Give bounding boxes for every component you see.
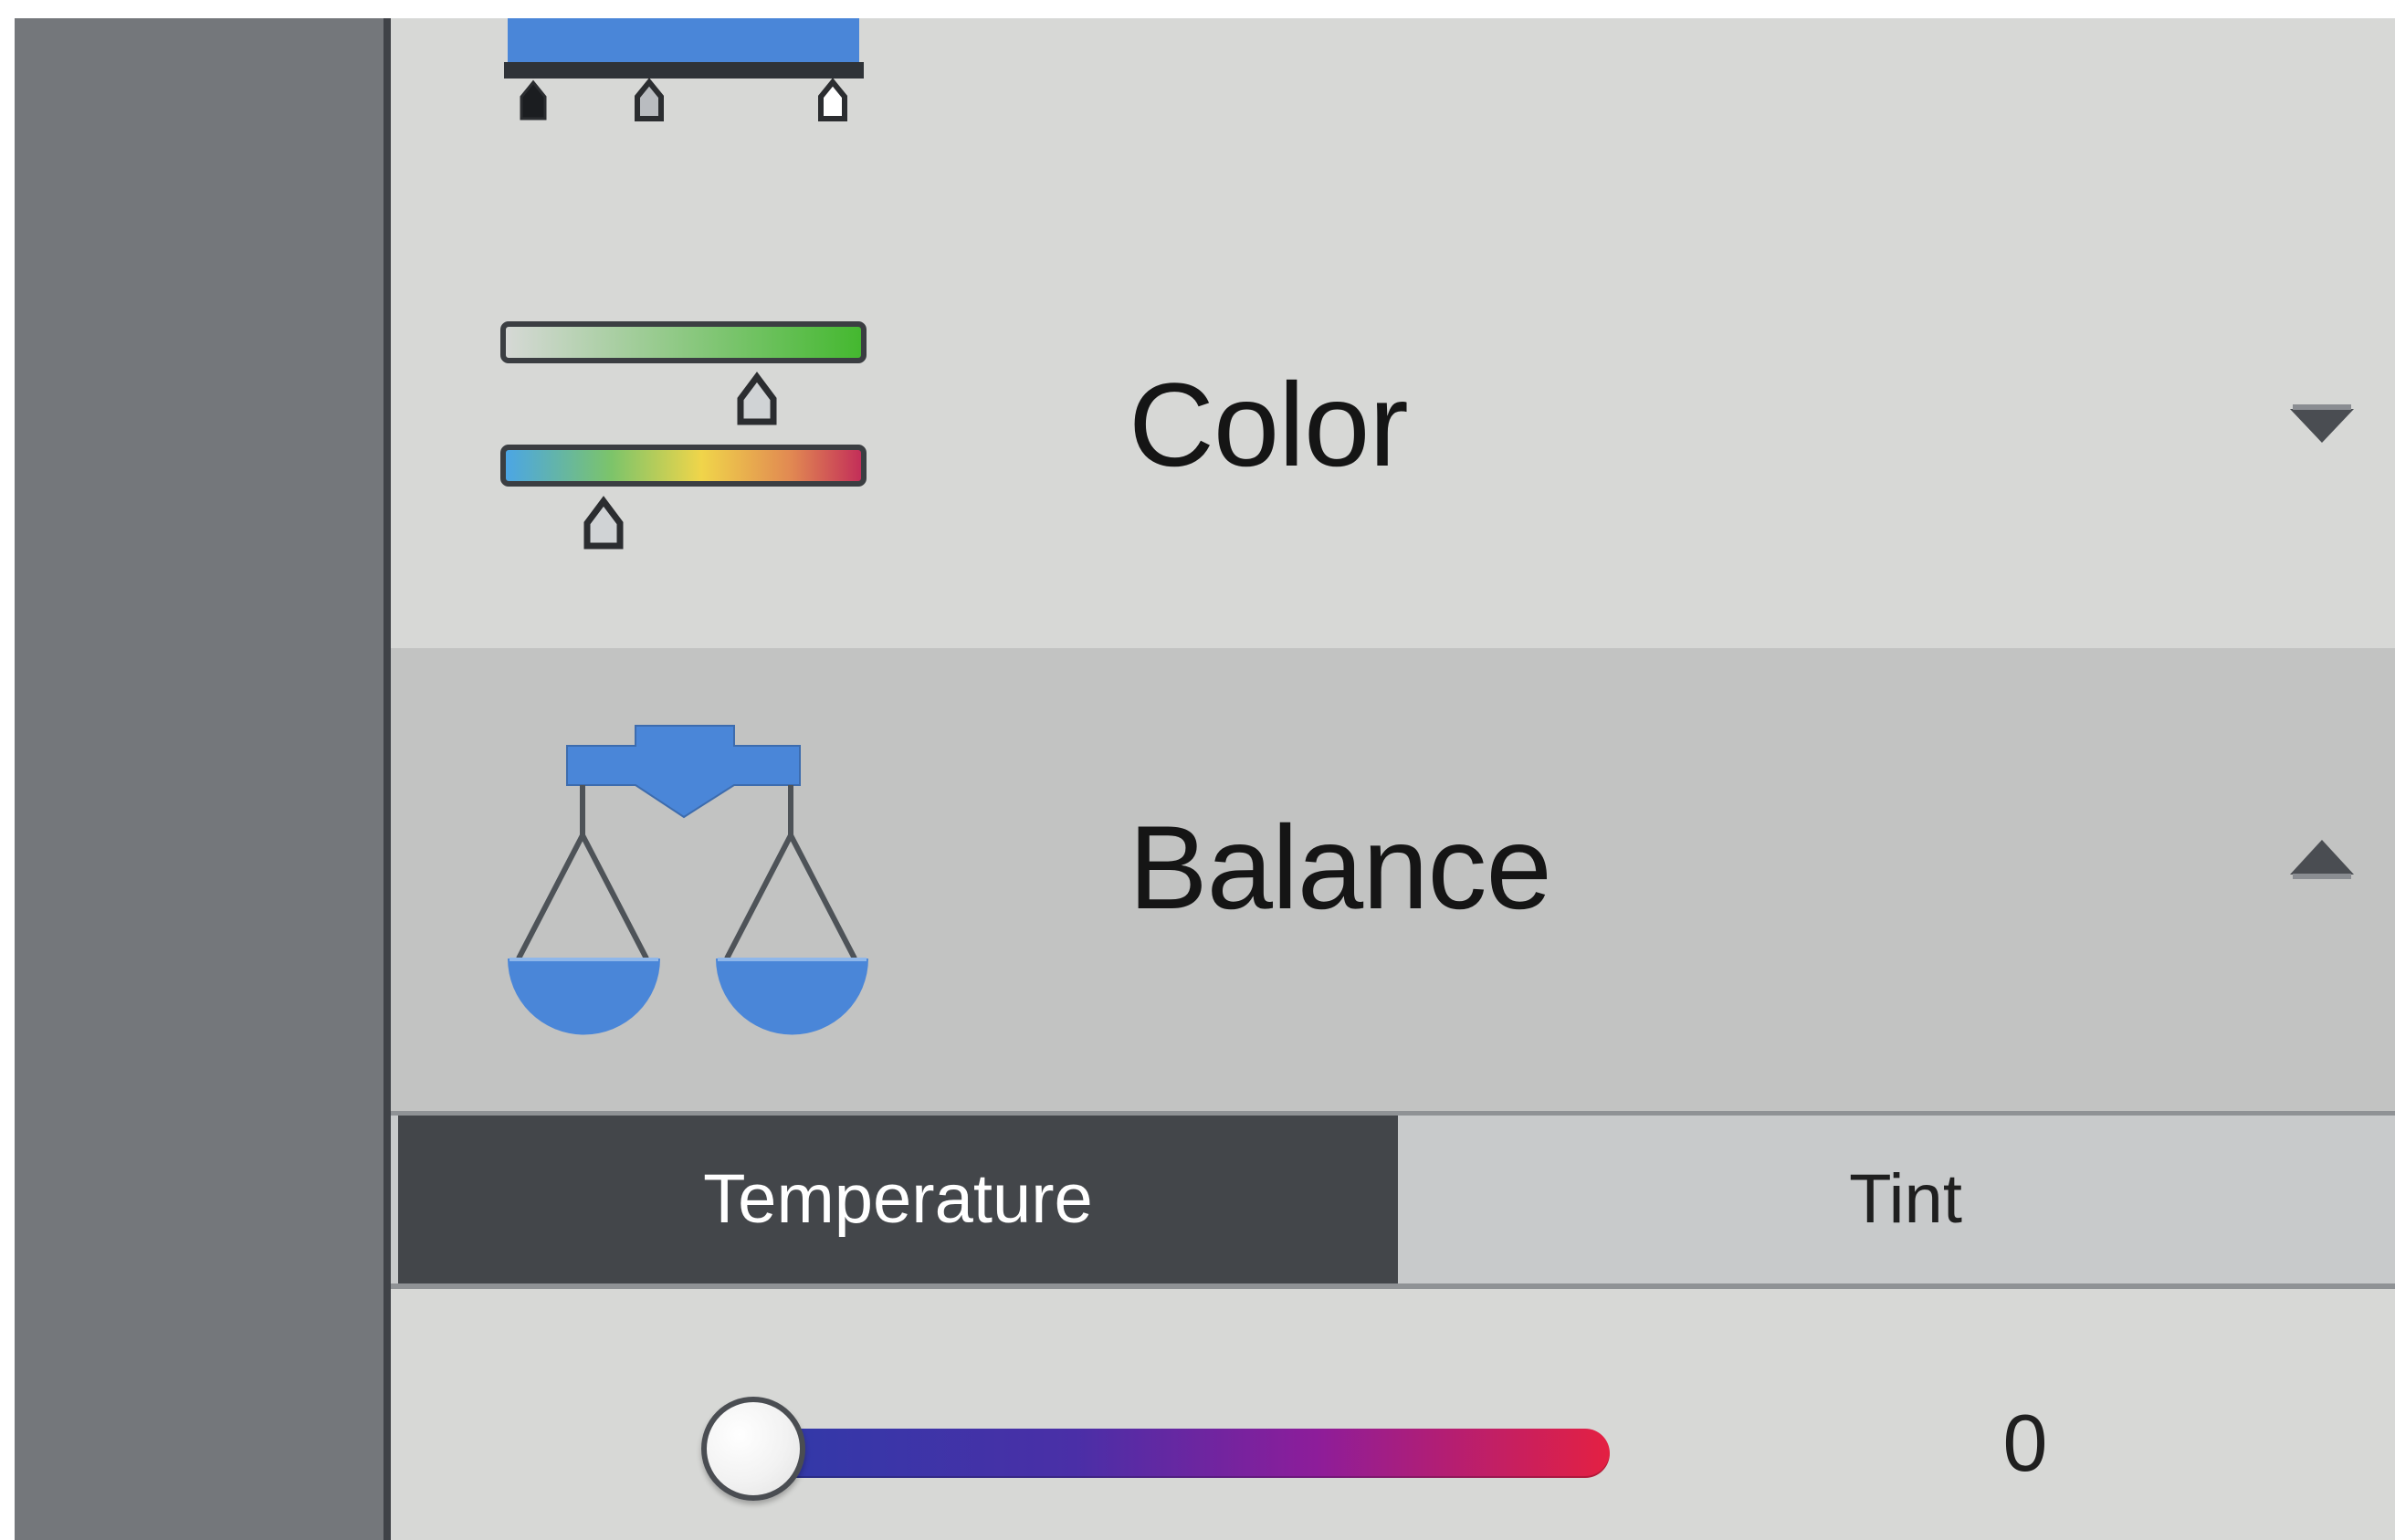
tab-tint[interactable]: Tint (1398, 1116, 2395, 1283)
chevron-up-icon[interactable] (2285, 831, 2358, 885)
editor-panel-frame: Color Balance Temperature Tint 0 (15, 18, 2395, 1540)
balance-section-title: Balance (1129, 801, 1552, 934)
color-section-title: Color (1129, 358, 1409, 491)
temperature-slider-track[interactable] (720, 1429, 1610, 1478)
balance-scale-icon (499, 717, 873, 1050)
balance-section[interactable]: Balance (391, 648, 2395, 1111)
balance-tabs: Temperature Tint (391, 1111, 2395, 1289)
temperature-value: 0 (2002, 1398, 2048, 1488)
color-sliders-icon (499, 315, 873, 593)
temperature-slider-thumb[interactable] (701, 1397, 805, 1501)
levels-section[interactable] (391, 18, 2395, 183)
adjustments-panel: Color Balance Temperature Tint 0 (383, 18, 2395, 1540)
levels-icon (499, 18, 873, 160)
color-section[interactable]: Color (391, 265, 2395, 657)
chevron-down-icon[interactable] (2285, 393, 2358, 447)
temperature-slider-area: 0 (391, 1289, 2395, 1540)
tab-temperature[interactable]: Temperature (398, 1116, 1398, 1283)
